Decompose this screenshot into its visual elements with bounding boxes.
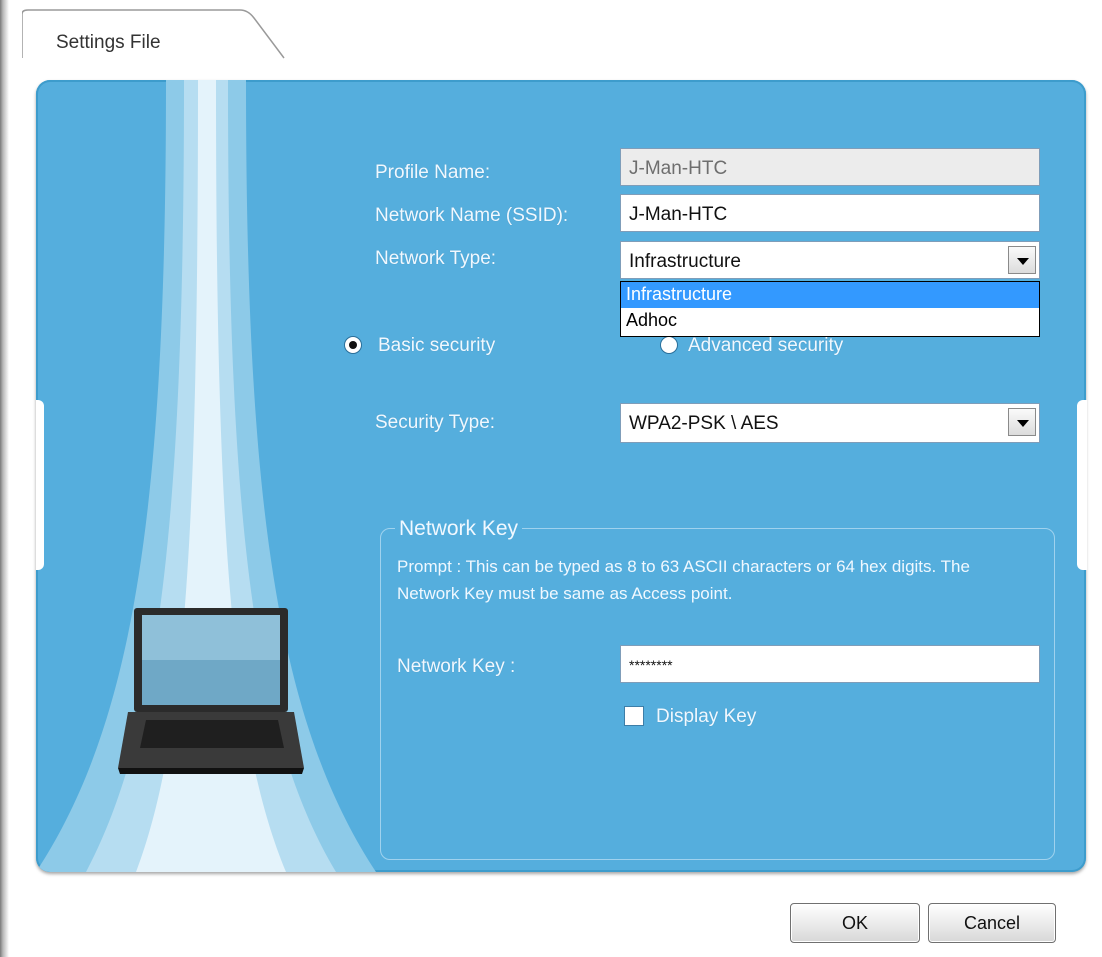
advanced-security-label: Advanced security xyxy=(688,335,844,356)
basic-security-label: Basic security xyxy=(378,335,496,356)
network-key-label: Network Key : xyxy=(397,656,516,677)
tab-label: Settings File xyxy=(56,32,161,53)
network-type-dropdown[interactable]: Infrastructure Adhoc xyxy=(620,281,1040,337)
network-key-input[interactable]: ******** xyxy=(620,645,1040,683)
network-type-value: Infrastructure xyxy=(629,251,741,272)
network-type-label: Network Type: xyxy=(375,248,497,269)
security-type-select[interactable]: WPA2-PSK \ AES xyxy=(620,403,1040,443)
chevron-down-icon[interactable] xyxy=(1008,408,1036,436)
network-type-select[interactable]: Infrastructure xyxy=(620,241,1040,279)
window-left-border xyxy=(0,0,12,957)
tab-settings-file[interactable]: Settings File xyxy=(22,8,290,60)
panel-notch-right xyxy=(1077,400,1087,570)
cancel-button[interactable]: Cancel xyxy=(928,903,1056,943)
ssid-field[interactable]: J-Man-HTC xyxy=(620,194,1040,232)
dropdown-item-infrastructure[interactable]: Infrastructure xyxy=(621,282,1039,308)
network-key-prompt: Prompt : This can be typed as 8 to 63 AS… xyxy=(397,557,970,603)
basic-security-radio[interactable] xyxy=(344,336,362,354)
security-type-value: WPA2-PSK \ AES xyxy=(629,413,779,434)
network-key-group-title: Network Key xyxy=(395,517,523,541)
panel-notch-left xyxy=(36,400,44,570)
chevron-down-icon[interactable] xyxy=(1008,246,1036,274)
laptop-icon xyxy=(118,608,304,774)
ssid-label: Network Name (SSID): xyxy=(375,205,569,226)
display-key-checkbox[interactable] xyxy=(624,706,644,726)
security-type-label: Security Type: xyxy=(375,412,496,433)
dropdown-item-adhoc[interactable]: Adhoc xyxy=(621,308,1039,334)
display-key-label: Display Key xyxy=(656,706,757,727)
advanced-security-radio[interactable] xyxy=(660,336,678,354)
profile-name-field[interactable]: J-Man-HTC xyxy=(620,148,1040,186)
profile-name-label: Profile Name: xyxy=(375,162,491,183)
ok-button[interactable]: OK xyxy=(790,903,920,943)
